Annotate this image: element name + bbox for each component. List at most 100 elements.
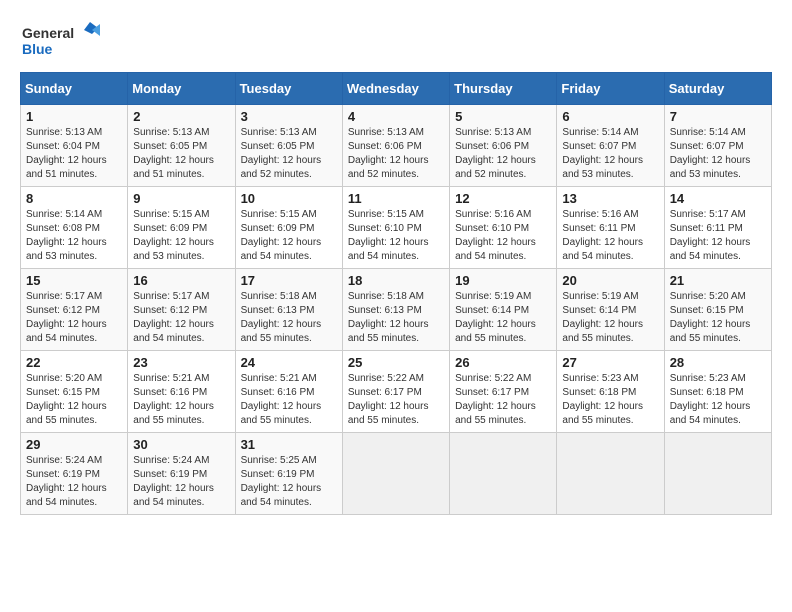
day-info: Sunrise: 5:14 AMSunset: 6:07 PMDaylight:…	[670, 127, 751, 180]
calendar-cell	[342, 433, 449, 515]
weekday-header-monday: Monday	[128, 73, 235, 105]
day-info: Sunrise: 5:23 AMSunset: 6:18 PMDaylight:…	[562, 373, 643, 426]
day-number: 6	[562, 109, 658, 124]
calendar-week-3: 15 Sunrise: 5:17 AMSunset: 6:12 PMDaylig…	[21, 269, 772, 351]
day-number: 17	[241, 273, 337, 288]
calendar-cell: 10 Sunrise: 5:15 AMSunset: 6:09 PMDaylig…	[235, 187, 342, 269]
day-number: 29	[26, 437, 122, 452]
calendar-cell: 7 Sunrise: 5:14 AMSunset: 6:07 PMDayligh…	[664, 105, 771, 187]
day-info: Sunrise: 5:25 AMSunset: 6:19 PMDaylight:…	[241, 455, 322, 508]
calendar-cell: 31 Sunrise: 5:25 AMSunset: 6:19 PMDaylig…	[235, 433, 342, 515]
day-info: Sunrise: 5:17 AMSunset: 6:12 PMDaylight:…	[133, 291, 214, 344]
day-info: Sunrise: 5:13 AMSunset: 6:04 PMDaylight:…	[26, 127, 107, 180]
calendar-cell: 13 Sunrise: 5:16 AMSunset: 6:11 PMDaylig…	[557, 187, 664, 269]
day-info: Sunrise: 5:16 AMSunset: 6:10 PMDaylight:…	[455, 209, 536, 262]
day-number: 30	[133, 437, 229, 452]
day-number: 10	[241, 191, 337, 206]
weekday-header-saturday: Saturday	[664, 73, 771, 105]
calendar-table: SundayMondayTuesdayWednesdayThursdayFrid…	[20, 72, 772, 515]
svg-text:Blue: Blue	[22, 41, 53, 57]
calendar-cell: 28 Sunrise: 5:23 AMSunset: 6:18 PMDaylig…	[664, 351, 771, 433]
calendar-cell: 3 Sunrise: 5:13 AMSunset: 6:05 PMDayligh…	[235, 105, 342, 187]
calendar-cell: 9 Sunrise: 5:15 AMSunset: 6:09 PMDayligh…	[128, 187, 235, 269]
calendar-week-4: 22 Sunrise: 5:20 AMSunset: 6:15 PMDaylig…	[21, 351, 772, 433]
calendar-cell	[557, 433, 664, 515]
day-info: Sunrise: 5:13 AMSunset: 6:05 PMDaylight:…	[241, 127, 322, 180]
weekday-header-wednesday: Wednesday	[342, 73, 449, 105]
calendar-cell: 27 Sunrise: 5:23 AMSunset: 6:18 PMDaylig…	[557, 351, 664, 433]
calendar-cell: 24 Sunrise: 5:21 AMSunset: 6:16 PMDaylig…	[235, 351, 342, 433]
day-info: Sunrise: 5:18 AMSunset: 6:13 PMDaylight:…	[348, 291, 429, 344]
calendar-cell: 4 Sunrise: 5:13 AMSunset: 6:06 PMDayligh…	[342, 105, 449, 187]
day-number: 23	[133, 355, 229, 370]
day-number: 25	[348, 355, 444, 370]
day-info: Sunrise: 5:13 AMSunset: 6:06 PMDaylight:…	[455, 127, 536, 180]
day-number: 8	[26, 191, 122, 206]
day-info: Sunrise: 5:22 AMSunset: 6:17 PMDaylight:…	[348, 373, 429, 426]
day-number: 9	[133, 191, 229, 206]
svg-text:General: General	[22, 25, 74, 41]
calendar-cell: 19 Sunrise: 5:19 AMSunset: 6:14 PMDaylig…	[450, 269, 557, 351]
weekday-header-sunday: Sunday	[21, 73, 128, 105]
calendar-cell: 17 Sunrise: 5:18 AMSunset: 6:13 PMDaylig…	[235, 269, 342, 351]
day-info: Sunrise: 5:16 AMSunset: 6:11 PMDaylight:…	[562, 209, 643, 262]
day-number: 15	[26, 273, 122, 288]
day-info: Sunrise: 5:15 AMSunset: 6:09 PMDaylight:…	[241, 209, 322, 262]
calendar-cell	[450, 433, 557, 515]
day-info: Sunrise: 5:19 AMSunset: 6:14 PMDaylight:…	[562, 291, 643, 344]
day-number: 31	[241, 437, 337, 452]
calendar-cell: 23 Sunrise: 5:21 AMSunset: 6:16 PMDaylig…	[128, 351, 235, 433]
day-number: 2	[133, 109, 229, 124]
day-number: 16	[133, 273, 229, 288]
calendar-cell: 18 Sunrise: 5:18 AMSunset: 6:13 PMDaylig…	[342, 269, 449, 351]
calendar-cell: 22 Sunrise: 5:20 AMSunset: 6:15 PMDaylig…	[21, 351, 128, 433]
calendar-cell: 14 Sunrise: 5:17 AMSunset: 6:11 PMDaylig…	[664, 187, 771, 269]
day-info: Sunrise: 5:15 AMSunset: 6:09 PMDaylight:…	[133, 209, 214, 262]
day-info: Sunrise: 5:24 AMSunset: 6:19 PMDaylight:…	[133, 455, 214, 508]
day-number: 11	[348, 191, 444, 206]
calendar-cell: 20 Sunrise: 5:19 AMSunset: 6:14 PMDaylig…	[557, 269, 664, 351]
calendar-cell: 6 Sunrise: 5:14 AMSunset: 6:07 PMDayligh…	[557, 105, 664, 187]
day-info: Sunrise: 5:17 AMSunset: 6:11 PMDaylight:…	[670, 209, 751, 262]
calendar-cell: 16 Sunrise: 5:17 AMSunset: 6:12 PMDaylig…	[128, 269, 235, 351]
calendar-week-1: 1 Sunrise: 5:13 AMSunset: 6:04 PMDayligh…	[21, 105, 772, 187]
day-info: Sunrise: 5:14 AMSunset: 6:07 PMDaylight:…	[562, 127, 643, 180]
day-number: 5	[455, 109, 551, 124]
calendar-week-2: 8 Sunrise: 5:14 AMSunset: 6:08 PMDayligh…	[21, 187, 772, 269]
day-number: 3	[241, 109, 337, 124]
day-number: 21	[670, 273, 766, 288]
day-number: 20	[562, 273, 658, 288]
day-info: Sunrise: 5:13 AMSunset: 6:06 PMDaylight:…	[348, 127, 429, 180]
day-number: 26	[455, 355, 551, 370]
day-info: Sunrise: 5:19 AMSunset: 6:14 PMDaylight:…	[455, 291, 536, 344]
day-number: 12	[455, 191, 551, 206]
day-info: Sunrise: 5:13 AMSunset: 6:05 PMDaylight:…	[133, 127, 214, 180]
calendar-cell: 25 Sunrise: 5:22 AMSunset: 6:17 PMDaylig…	[342, 351, 449, 433]
day-info: Sunrise: 5:21 AMSunset: 6:16 PMDaylight:…	[133, 373, 214, 426]
weekday-header-friday: Friday	[557, 73, 664, 105]
day-info: Sunrise: 5:22 AMSunset: 6:17 PMDaylight:…	[455, 373, 536, 426]
day-info: Sunrise: 5:24 AMSunset: 6:19 PMDaylight:…	[26, 455, 107, 508]
calendar-cell	[664, 433, 771, 515]
logo: General Blue	[20, 20, 100, 64]
day-info: Sunrise: 5:20 AMSunset: 6:15 PMDaylight:…	[26, 373, 107, 426]
calendar-cell: 15 Sunrise: 5:17 AMSunset: 6:12 PMDaylig…	[21, 269, 128, 351]
day-number: 28	[670, 355, 766, 370]
weekday-header-thursday: Thursday	[450, 73, 557, 105]
day-number: 1	[26, 109, 122, 124]
day-info: Sunrise: 5:17 AMSunset: 6:12 PMDaylight:…	[26, 291, 107, 344]
day-number: 13	[562, 191, 658, 206]
calendar-cell: 26 Sunrise: 5:22 AMSunset: 6:17 PMDaylig…	[450, 351, 557, 433]
calendar-week-5: 29 Sunrise: 5:24 AMSunset: 6:19 PMDaylig…	[21, 433, 772, 515]
calendar-cell: 5 Sunrise: 5:13 AMSunset: 6:06 PMDayligh…	[450, 105, 557, 187]
calendar-cell: 30 Sunrise: 5:24 AMSunset: 6:19 PMDaylig…	[128, 433, 235, 515]
calendar-cell: 11 Sunrise: 5:15 AMSunset: 6:10 PMDaylig…	[342, 187, 449, 269]
day-info: Sunrise: 5:20 AMSunset: 6:15 PMDaylight:…	[670, 291, 751, 344]
calendar-cell: 21 Sunrise: 5:20 AMSunset: 6:15 PMDaylig…	[664, 269, 771, 351]
day-info: Sunrise: 5:15 AMSunset: 6:10 PMDaylight:…	[348, 209, 429, 262]
header: General Blue	[20, 20, 772, 64]
day-info: Sunrise: 5:23 AMSunset: 6:18 PMDaylight:…	[670, 373, 751, 426]
day-number: 19	[455, 273, 551, 288]
calendar-cell: 2 Sunrise: 5:13 AMSunset: 6:05 PMDayligh…	[128, 105, 235, 187]
day-info: Sunrise: 5:18 AMSunset: 6:13 PMDaylight:…	[241, 291, 322, 344]
